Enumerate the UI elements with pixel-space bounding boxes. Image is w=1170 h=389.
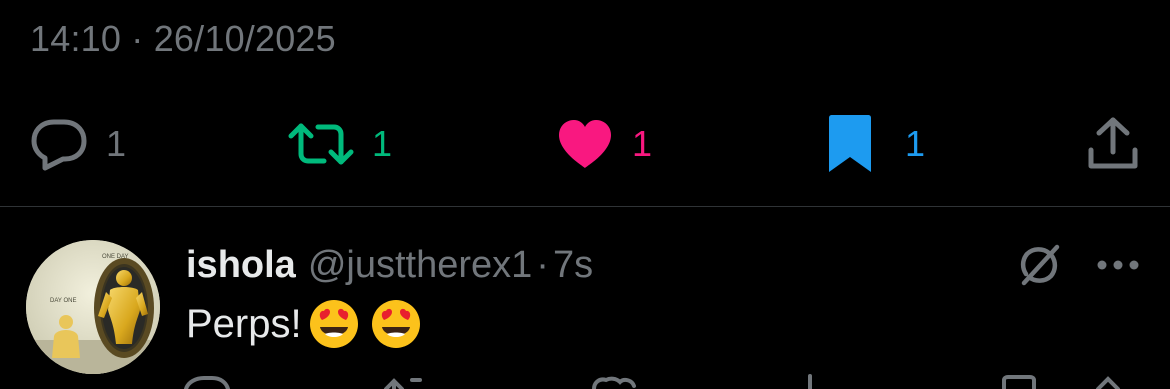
reply-header: ishola @justtherex1 · 7s <box>186 240 593 290</box>
reply-icon <box>31 119 87 171</box>
repost-button[interactable]: 1 <box>288 112 392 176</box>
bookmark-button[interactable]: 1 <box>825 112 925 176</box>
reply-text-content: Perps! <box>186 301 302 346</box>
more-options-icon[interactable] <box>1096 258 1140 276</box>
heart-eyes-emoji-2 <box>370 298 422 350</box>
share-button[interactable] <box>1086 112 1140 176</box>
bookmark-icon <box>1002 375 1036 389</box>
reply-text: Perps! <box>186 296 422 352</box>
reply-button[interactable]: 1 <box>30 112 126 176</box>
meta-separator: · <box>536 243 549 286</box>
author-handle[interactable]: @justtherex1 <box>308 244 532 287</box>
reply-time[interactable]: 7s <box>553 244 593 287</box>
author-name[interactable]: ishola <box>186 244 296 287</box>
post-actions-bar: 1 1 1 1 <box>0 112 1170 176</box>
heart-icon <box>559 120 611 168</box>
reply-actions-partial <box>0 372 1170 389</box>
repost-icon <box>384 378 422 389</box>
reply-count: 1 <box>106 123 127 164</box>
avatar-image: ONE DAY DAY ONE <box>26 240 160 374</box>
heart-eyes-icon <box>371 300 420 348</box>
avatar-text-top: ONE DAY <box>102 254 129 260</box>
timestamp-separator: · <box>131 18 144 59</box>
post-time: 14:10 <box>30 18 122 59</box>
heart-eyes-icon <box>309 300 358 348</box>
share-icon <box>1088 117 1138 169</box>
like-count: 1 <box>632 123 653 164</box>
avatar[interactable]: ONE DAY DAY ONE <box>26 240 160 374</box>
post-timestamp[interactable]: 14:10 · 26/10/2025 <box>30 18 336 60</box>
post-date: 26/10/2025 <box>153 18 336 59</box>
avatar-text-left: DAY ONE <box>50 298 76 304</box>
heart-eyes-emoji-1 <box>308 298 360 350</box>
section-divider <box>0 206 1170 207</box>
repost-icon <box>288 123 354 165</box>
share-icon <box>1096 376 1120 389</box>
heart-icon <box>592 376 636 389</box>
like-button[interactable]: 1 <box>556 112 652 176</box>
grok-icon[interactable] <box>1016 242 1062 293</box>
repost-count: 1 <box>372 123 393 164</box>
reply-icon <box>184 376 230 389</box>
bookmark-count: 1 <box>905 123 926 164</box>
bookmark-icon <box>829 115 871 172</box>
